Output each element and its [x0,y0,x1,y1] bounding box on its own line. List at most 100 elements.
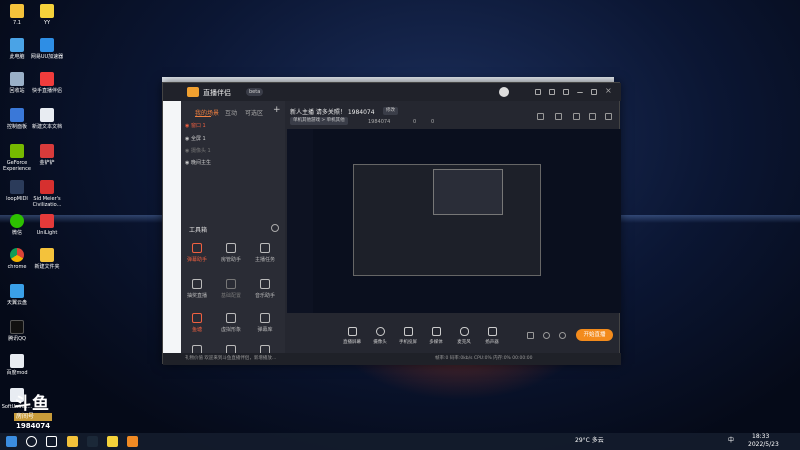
tab-interaction[interactable]: 互动 [225,108,237,117]
add-icon[interactable]: + [273,105,281,115]
microphone-button[interactable]: 麦克风 [453,327,475,345]
eye-icon[interactable] [543,332,550,339]
control-panel-icon [10,108,24,122]
desktop-icon[interactable]: GeForce Experience [0,144,34,172]
tool-item[interactable]: 抽奖直播 [181,279,213,299]
desktop-icon[interactable]: 快手直播伴侣 [30,72,64,94]
shop-icon[interactable] [555,113,562,120]
desktop-icon[interactable]: YY [30,4,64,26]
desktop-icon[interactable]: 新建文件夹 [30,248,64,270]
stream-title: 新人主播 请多关照！ 1984074 [290,109,375,116]
start-icon[interactable] [6,436,17,447]
desktop-icon[interactable]: UniLight [30,214,64,236]
bell-icon[interactable] [589,113,596,120]
desktop-icon[interactable]: 7.1 [0,4,34,26]
kuaishou-icon [40,72,54,86]
tool-item[interactable]: 房管助手 [215,243,247,263]
tool-item[interactable]: 基础配置 [215,279,247,299]
desktop-icon[interactable]: 腾讯QQ [0,320,34,342]
library-icon [260,313,270,323]
desktop-icon[interactable]: 百度mod [0,354,34,376]
skin-icon[interactable] [549,89,555,95]
desktop-icon[interactable]: 网易UU加速器 [30,38,64,60]
camera-button[interactable]: 摄像头 [369,327,391,345]
midi-icon [10,180,24,194]
scene-item[interactable]: ◉ 摄像头 1 [185,146,211,156]
yy-taskbar-icon[interactable] [107,436,118,447]
computer-icon [10,38,24,52]
text-file-icon [40,108,54,122]
preview-desktop-icons [287,129,313,313]
desktop-icon[interactable]: 天翼云盘 [0,284,34,306]
tool-item[interactable]: 弹幕助手 [181,243,213,263]
gift-icon[interactable] [537,113,544,120]
admin-icon [226,243,236,253]
speaker-button[interactable]: 扬声器 [481,327,503,345]
close-icon[interactable]: × [605,86,612,95]
desktop-icon[interactable]: chrome [0,248,34,270]
media-button[interactable]: 多媒体 [425,327,447,345]
active-tab-indicator [195,116,211,117]
avatar[interactable] [499,87,509,97]
version-badge[interactable]: beta [246,88,264,96]
menu-icon[interactable] [563,89,569,95]
desktop-icon[interactable]: 此电脑 [0,38,34,60]
tool-item[interactable]: 鱼塘 [181,313,213,333]
watermark-room-label: 房间号 [14,413,52,421]
tool-item[interactable]: 虚拟形象 [215,313,247,333]
input-language[interactable]: 中 [728,435,734,444]
steam-icon[interactable] [87,436,98,447]
fans-count: 0 [413,119,417,125]
toolbox-title: 工具箱 [189,227,208,234]
qq-icon [10,320,24,334]
record-icon[interactable] [527,332,534,339]
desktop-icon[interactable]: 微信 [0,214,34,236]
desktop-icon[interactable]: 回收站 [0,72,34,94]
phone-cast-button[interactable]: 手机投屏 [397,327,419,345]
desktop-icon[interactable]: 新建文本文档 [30,108,64,130]
settings-icon[interactable] [573,113,580,120]
clock-date[interactable]: 2022/5/23 [748,441,779,448]
maximize-icon[interactable] [591,89,597,95]
explorer-icon[interactable] [67,436,78,447]
camera-icon [375,327,385,336]
weather[interactable]: 29°C 多云 [575,435,604,444]
play-icon [431,327,441,336]
geforce-icon [10,144,24,158]
scene-item[interactable]: ◉ 窗口 1 [185,121,206,131]
search-icon[interactable] [26,436,37,447]
minimize-icon[interactable] [577,89,583,93]
scene-name: 全屏 1 [190,136,206,142]
more-icon[interactable] [271,224,279,232]
share-icon[interactable] [605,113,612,120]
tool-item[interactable]: 主播任务 [249,243,281,263]
streaming-app-taskbar-icon[interactable] [127,436,138,447]
folder-icon [40,248,54,262]
edit-title-button[interactable]: 修改 [383,107,398,115]
folder-icon [10,4,24,18]
task-view-icon[interactable] [46,436,57,447]
scene-item[interactable]: ◉ 全屏 1 [185,134,206,144]
title-bar[interactable]: 直播伴侣 beta × [163,83,621,101]
screen-capture-button[interactable]: 直播屏幕 [341,327,363,345]
tab-optional[interactable]: 可选区 [245,108,263,117]
tool-item[interactable]: 弹幕库 [249,313,281,333]
tool-item[interactable]: 音乐助手 [249,279,281,299]
unilight-icon [40,214,54,228]
desktop-icon[interactable]: Sid Meier's Civilizatio... [30,180,64,208]
start-live-button[interactable]: 开始直播 [576,329,613,341]
gear-icon[interactable] [559,332,566,339]
category-chip[interactable]: 单机其他游戏 > 单机其他 [290,117,348,125]
civ-icon [40,180,54,194]
fishpond-icon [192,313,202,323]
scene-item[interactable]: ◉ 晚间主生 [185,158,211,168]
desktop-icon[interactable]: 控制面板 [0,108,34,130]
message-icon[interactable] [535,89,541,95]
desktop-icon[interactable]: loopMIDI [0,180,34,202]
desktop-icon[interactable]: 金铲铲 [30,144,64,166]
watermark-brand: 斗鱼 [14,394,50,414]
streaming-app-window[interactable]: 直播伴侣 beta × 我的场景 互动 可选区 + ◉ 窗口 1 ◉ 全屏 1 … [162,82,621,365]
stream-preview[interactable] [287,129,621,313]
uu-icon [40,38,54,52]
clock-time[interactable]: 18:33 [752,433,769,440]
